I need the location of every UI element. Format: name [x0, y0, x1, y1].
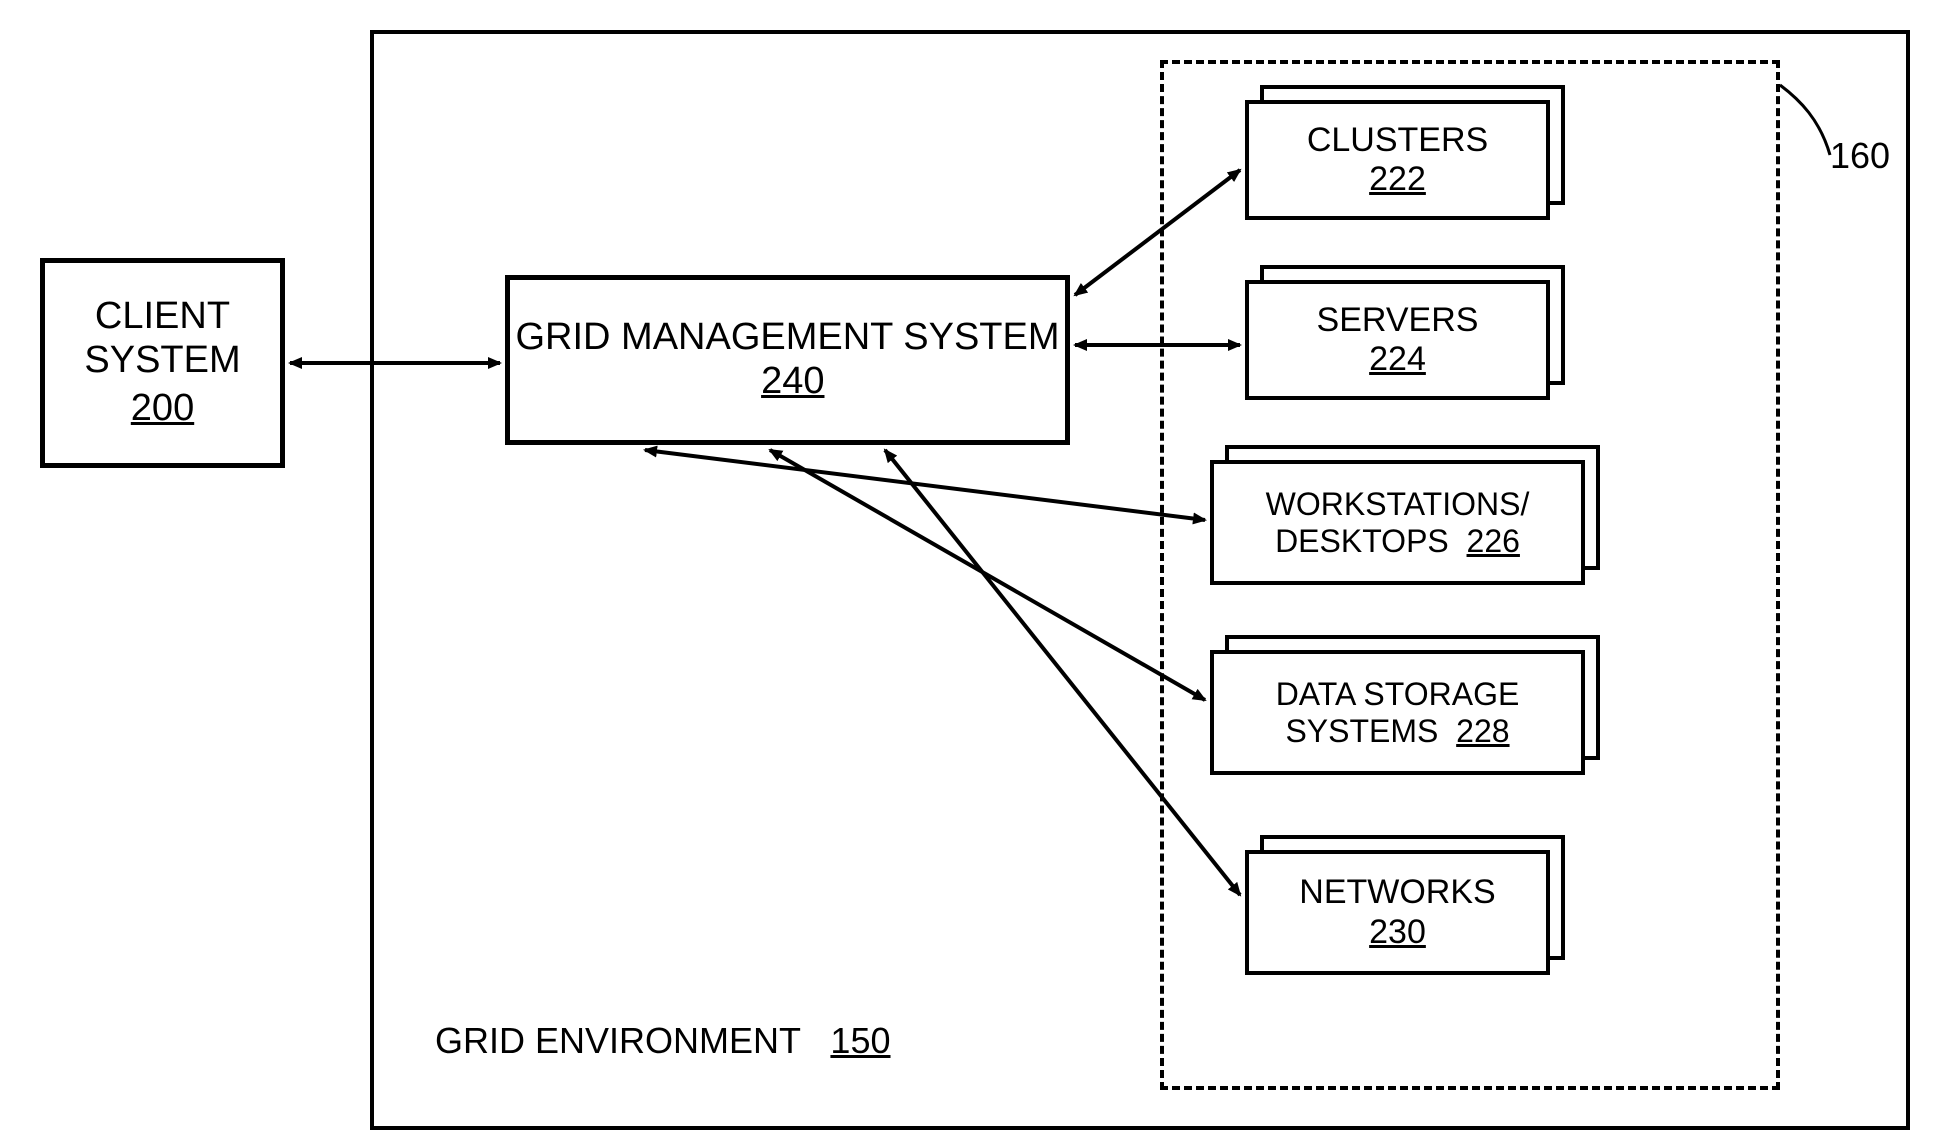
grid-environment-ref: 150: [830, 1020, 890, 1061]
networks-title: NETWORKS: [1299, 873, 1495, 912]
client-system-box: CLIENT SYSTEM 200: [40, 258, 285, 468]
grid-environment-label: GRID ENVIRONMENT 150: [435, 1020, 891, 1062]
client-system-title: CLIENT SYSTEM: [45, 295, 280, 382]
data-storage-box: DATA STORAGE SYSTEMS 228: [1210, 650, 1585, 775]
clusters-box: CLUSTERS 222: [1245, 100, 1550, 220]
servers-title: SERVERS: [1317, 301, 1479, 340]
clusters-title: CLUSTERS: [1307, 121, 1488, 160]
grid-management-box: GRID MANAGEMENT SYSTEM 240: [505, 275, 1070, 445]
servers-box: SERVERS 224: [1245, 280, 1550, 400]
grid-management-title: GRID MANAGEMENT SYSTEM 240: [510, 316, 1065, 403]
resource-group-ref: 160: [1830, 135, 1890, 177]
data-storage-title: DATA STORAGE SYSTEMS 228: [1214, 676, 1581, 750]
workstations-ref: 226: [1467, 523, 1520, 559]
grid-management-ref: 240: [761, 360, 824, 402]
networks-box: NETWORKS 230: [1245, 850, 1550, 975]
client-system-ref: 200: [131, 387, 194, 431]
workstations-box: WORKSTATIONS/ DESKTOPS 226: [1210, 460, 1585, 585]
servers-ref: 224: [1369, 340, 1426, 379]
grid-management-title-text: GRID MANAGEMENT SYSTEM: [515, 316, 1059, 358]
workstations-title: WORKSTATIONS/ DESKTOPS 226: [1214, 486, 1581, 560]
diagram-canvas: GRID ENVIRONMENT 150 CLIENT SYSTEM 200 G…: [0, 0, 1934, 1148]
grid-environment-title: GRID ENVIRONMENT: [435, 1020, 800, 1061]
data-storage-ref: 228: [1456, 713, 1509, 749]
networks-ref: 230: [1369, 913, 1426, 952]
clusters-ref: 222: [1369, 160, 1426, 199]
